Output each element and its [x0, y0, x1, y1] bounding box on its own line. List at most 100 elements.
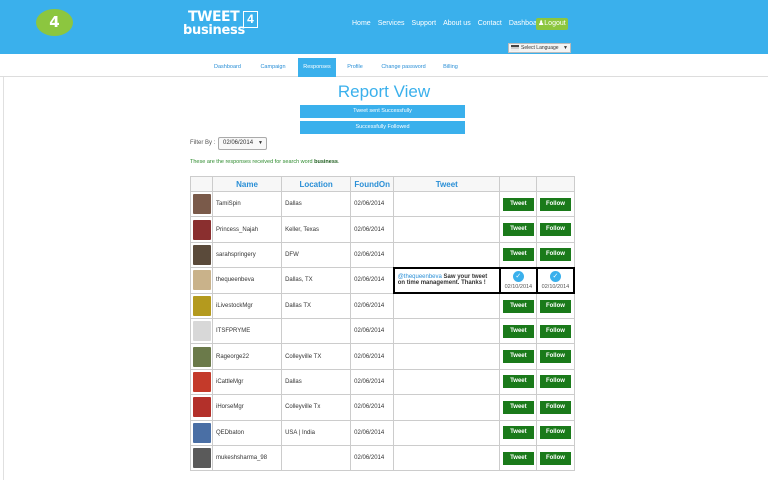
chevron-down-icon: ▼ [563, 45, 568, 51]
tweet-button[interactable]: Tweet [502, 375, 534, 389]
found-on-cell: 02/06/2014 [350, 419, 395, 446]
location-cell [281, 444, 352, 472]
nav-support[interactable]: Support [412, 20, 437, 27]
tweet-cell [393, 190, 501, 218]
subnav-profile[interactable]: Profile [341, 58, 369, 77]
tweet-button[interactable]: Tweet [502, 197, 534, 211]
follow-button[interactable]: Follow [539, 248, 571, 262]
location-cell: Colleyville Tx [281, 394, 352, 421]
avatar[interactable] [192, 194, 211, 215]
name-cell: Princess_Najah [212, 216, 283, 243]
top-navigation: Home Services Support About us Contact D… [352, 20, 550, 27]
tweet-button[interactable]: Tweet [502, 400, 534, 414]
tweet-cell [393, 343, 501, 370]
search-word-note: These are the responses received for sea… [190, 159, 340, 165]
tweet-button-cell: Tweet [499, 444, 538, 472]
tweet-button-cell: Tweet [499, 190, 538, 218]
location-cell: Keller, Texas [281, 216, 352, 243]
tweet4business-logo[interactable]: TWEET business 4 [183, 9, 258, 39]
nav-about-us[interactable]: About us [443, 20, 471, 27]
follow-button[interactable]: Follow [539, 375, 571, 389]
note-keyword: business [314, 159, 338, 165]
follow-button[interactable]: Follow [539, 324, 571, 338]
language-label: Select Language [521, 45, 559, 51]
follow-button[interactable]: Follow [539, 451, 571, 465]
avatar[interactable] [192, 371, 211, 392]
name-cell: sarahspringery [212, 241, 283, 269]
avatar[interactable] [192, 270, 211, 291]
tweet-button[interactable]: Tweet [502, 223, 534, 237]
logout-button[interactable]: ♟Logout [536, 18, 568, 30]
tweet-button-cell: Tweet [499, 343, 538, 370]
subnav-change-password[interactable]: Change password [376, 58, 431, 77]
avatar-cell [189, 241, 214, 269]
tweet-button[interactable]: Tweet [502, 451, 534, 465]
name-cell: iLivestockMgr [212, 292, 283, 319]
table-row: mukeshsharma_98 02/06/2014 Tweet Follow [189, 444, 575, 472]
avatar[interactable] [192, 295, 211, 316]
avatar[interactable] [192, 397, 211, 418]
nav-contact[interactable]: Contact [478, 20, 502, 27]
location-cell: Dallas TX [281, 292, 352, 319]
tweet-cell [393, 317, 501, 345]
language-select[interactable]: Select Language ▼ [508, 43, 571, 53]
found-on-cell: 02/06/2014 [350, 444, 395, 472]
nav-home[interactable]: Home [352, 20, 371, 27]
subnav-responses[interactable]: Responses [298, 58, 336, 77]
logo-box: 4 [243, 11, 258, 28]
avatar[interactable] [192, 422, 211, 443]
sub-navigation: Dashboard Campaign Responses Profile Cha… [0, 58, 768, 77]
filter-date-select[interactable]: 02/06/2014 ▼ [218, 137, 267, 150]
avatar[interactable] [192, 346, 211, 367]
tweet-button[interactable]: Tweet [502, 324, 534, 338]
subnav-dashboard[interactable]: Dashboard [205, 58, 250, 77]
follow-button-cell: Follow [536, 241, 575, 269]
page-title: Report View [337, 82, 431, 101]
tweet-button-cell: Tweet [499, 241, 538, 269]
avatar-cell [189, 216, 214, 243]
avatar-cell [189, 394, 214, 421]
header-location: Location [281, 176, 352, 192]
name-cell: mukeshsharma_98 [212, 444, 283, 472]
name-cell: QEDbaton [212, 419, 283, 446]
avatar[interactable] [192, 219, 211, 240]
status-date: 02/10/2014 [541, 283, 570, 290]
avatar[interactable] [192, 244, 211, 265]
tweet-button[interactable]: Tweet [502, 350, 534, 364]
follow-button[interactable]: Follow [539, 400, 571, 414]
table-row: Princess_Najah Keller, Texas 02/06/2014 Twe… [189, 216, 575, 243]
note-period: . [337, 159, 340, 165]
logo-line2: business [183, 23, 245, 38]
tweet-button[interactable]: Tweet [502, 426, 534, 440]
location-cell: Dallas [281, 190, 352, 218]
table-row: sarahspringery DFW 02/06/2014 Tweet Follow [189, 241, 575, 269]
follow-button[interactable]: Follow [539, 426, 571, 440]
found-on-cell: 02/06/2014 [350, 190, 395, 218]
header-tweet-action [499, 176, 538, 192]
follow-button[interactable]: Follow [539, 299, 571, 313]
nav-services[interactable]: Services [378, 20, 405, 27]
avatar-cell [189, 343, 214, 370]
tweet-button[interactable]: Tweet [502, 248, 534, 262]
avatar-cell [189, 444, 214, 472]
avatar-cell [189, 317, 214, 345]
avatar-cell [189, 292, 214, 319]
follow-button-cell: Follow [536, 419, 575, 446]
follow-button-cell: Follow [536, 317, 575, 345]
header-avatar [189, 176, 214, 192]
subnav-campaign[interactable]: Campaign [254, 58, 292, 77]
tweet-button[interactable]: Tweet [502, 299, 534, 313]
tweet-button-cell: Tweet [499, 292, 538, 319]
follow-button[interactable]: Follow [539, 350, 571, 364]
avatar[interactable] [192, 448, 211, 469]
found-on-cell: 02/06/2014 [350, 317, 395, 345]
follow-button[interactable]: Follow [539, 197, 571, 211]
avatar[interactable] [192, 321, 211, 342]
tweet-cell [393, 216, 501, 243]
subnav-billing[interactable]: Billing [437, 58, 464, 77]
site-header: 4 TWEET business 4 Home Services Support… [0, 0, 768, 54]
follow-button[interactable]: Follow [539, 223, 571, 237]
found-on-cell: 02/06/2014 [350, 394, 395, 421]
table-row: iLivestockMgr Dallas TX 02/06/2014 Tweet Fol… [189, 292, 575, 319]
follow-button-cell: Follow [536, 368, 575, 396]
